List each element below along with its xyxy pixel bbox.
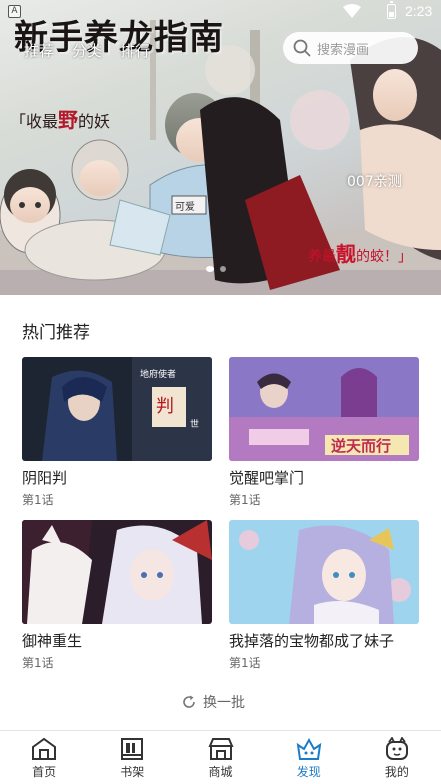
comic-card[interactable]: 御神重生 第1话 (22, 520, 212, 671)
comic-title: 觉醒吧掌门 (229, 469, 305, 487)
carousel-dot[interactable] (220, 266, 226, 272)
nav-discover-label: 发现 (296, 765, 321, 779)
tab-category[interactable]: 分类 (72, 40, 102, 61)
wifi-icon (343, 4, 361, 18)
comic-cover: 逆天而行 (229, 357, 419, 461)
home-icon (32, 737, 57, 760)
section-title: 热门推荐 (22, 323, 90, 343)
refresh-label: 换一批 (203, 695, 245, 711)
hero-banner[interactable]: 可爱 A 2:23 新手养龙指南 推荐 分类 排行 搜索漫画 「收最野的妖 00… (0, 0, 441, 295)
refresh-button[interactable]: 换一批 (181, 692, 245, 712)
comic-chapter: 第1话 (229, 656, 261, 670)
cover-artwork (229, 520, 419, 624)
cover-artwork: 逆天而行 (229, 357, 419, 461)
comic-card[interactable]: 逆天而行 觉醒吧掌门 第1话 (229, 357, 419, 508)
cover-artwork (22, 520, 212, 624)
search-placeholder: 搜索漫画 (317, 42, 370, 58)
comic-chapter: 第1话 (229, 493, 261, 507)
comic-chapter: 第1话 (22, 656, 54, 670)
banner-caption-left: 「收最野的妖 (10, 108, 111, 132)
comic-title: 阴阳判 (22, 469, 68, 487)
comic-cover: 判 地府使者 世 (22, 357, 212, 461)
comic-cover (229, 520, 419, 624)
status-time: 2:23 (405, 3, 433, 19)
nav-profile-label: 我的 (384, 765, 409, 779)
search-input[interactable]: 搜索漫画 (283, 32, 418, 64)
nav-home-label: 首页 (32, 765, 57, 779)
tab-ranking[interactable]: 排行 (120, 40, 150, 61)
shop-icon (207, 738, 234, 760)
carousel-dot-active[interactable] (206, 266, 214, 272)
comic-title: 我掉落的宝物都成了妹子 (229, 632, 395, 650)
nav-profile[interactable]: 我的 (353, 731, 441, 784)
bookshelf-icon (121, 738, 144, 760)
nav-bookshelf-label: 书架 (120, 765, 145, 779)
nav-bookshelf[interactable]: 书架 (88, 731, 176, 784)
banner-caption-mid: 007亲测 (347, 174, 402, 190)
nav-home[interactable]: 首页 (0, 731, 88, 784)
svg-text:世: 世 (190, 418, 199, 430)
comic-card[interactable]: 判 地府使者 世 阴阳判 第1话 (22, 357, 212, 508)
comic-chapter: 第1话 (22, 493, 54, 507)
nav-shop[interactable]: 商城 (176, 731, 264, 784)
banner-caption-right: 养最靓的蛟！」 (308, 242, 412, 266)
svg-text:判: 判 (156, 396, 174, 417)
comic-cover (22, 520, 212, 624)
svg-text:逆天而行: 逆天而行 (331, 437, 391, 455)
cover-artwork: 判 地府使者 世 (22, 357, 212, 461)
discover-icon (296, 737, 322, 760)
top-tabs: 推荐 分类 排行 (24, 40, 150, 61)
carousel-indicator (206, 266, 226, 272)
comic-title: 御神重生 (22, 632, 83, 650)
search-icon (293, 39, 311, 57)
battery-icon (387, 1, 396, 19)
profile-icon (385, 737, 408, 760)
nav-discover[interactable]: 发现 (265, 731, 353, 784)
svg-text:地府使者: 地府使者 (140, 368, 176, 380)
svg-text:可爱: 可爱 (175, 200, 195, 213)
nav-shop-label: 商城 (208, 765, 233, 779)
refresh-icon (183, 695, 195, 708)
tab-recommend[interactable]: 推荐 (24, 40, 54, 61)
bottom-nav: 首页 书架 商城 发现 我的 (0, 730, 441, 784)
comic-card[interactable]: 我掉落的宝物都成了妹子 第1话 (229, 520, 419, 671)
